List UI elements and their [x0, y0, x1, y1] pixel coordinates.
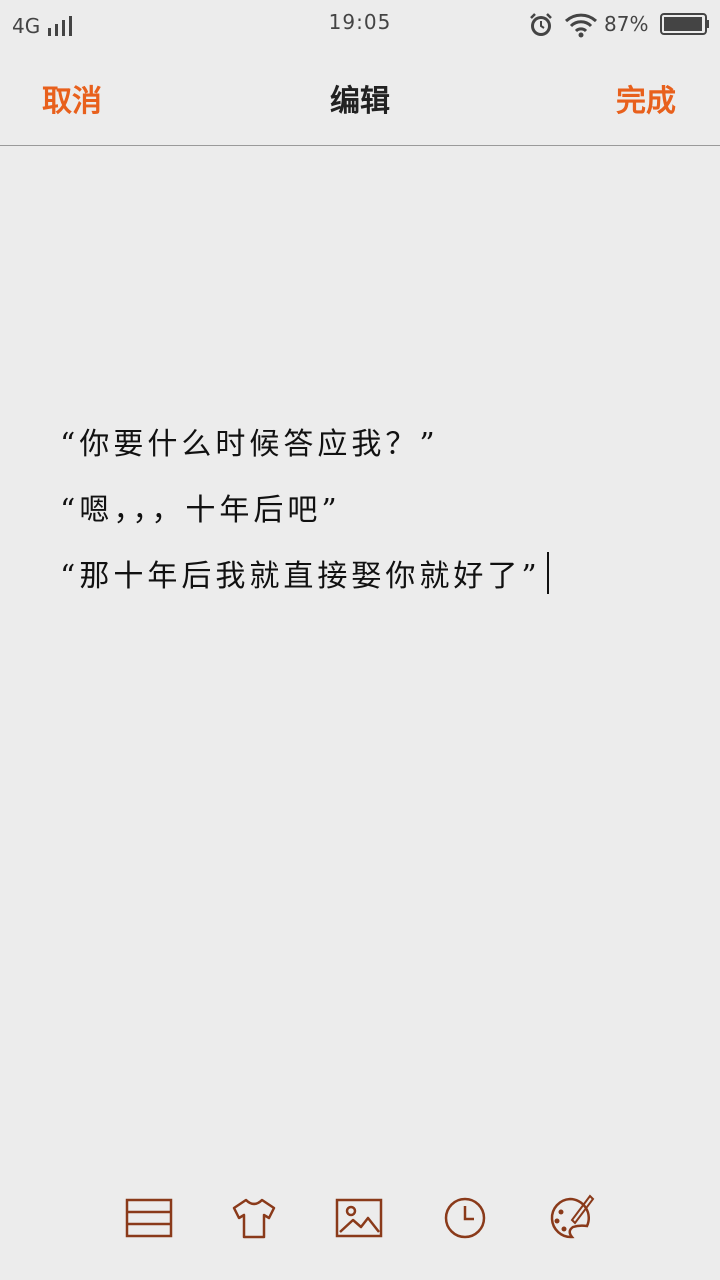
battery-percentage: 87% — [604, 12, 649, 36]
status-bar: 4G 19:05 87% — [0, 0, 720, 48]
cancel-button[interactable]: 取消 — [42, 76, 102, 120]
note-editor-screen: 4G 19:05 87% 取消 编辑 完成 “你要什么时候答应我？” “嗯，，，… — [0, 0, 720, 1280]
list-icon[interactable] — [121, 1190, 177, 1246]
note-text-area[interactable]: “你要什么时候答应我？” “嗯，，，十年后吧” “那十年后我就直接娶你就好了” — [60, 412, 680, 610]
note-line: “嗯，，，十年后吧” — [60, 493, 341, 528]
palette-icon[interactable] — [542, 1190, 598, 1246]
clock-icon[interactable] — [437, 1190, 493, 1246]
navigation-bar: 取消 编辑 完成 — [0, 48, 720, 146]
bottom-toolbar — [0, 1190, 720, 1250]
page-title: 编辑 — [330, 84, 390, 119]
image-icon[interactable] — [331, 1190, 387, 1246]
note-line-last: “那十年后我就直接娶你就好了” — [60, 544, 680, 610]
alarm-icon — [530, 13, 552, 36]
note-line: “你要什么时候答应我？” — [60, 427, 439, 462]
done-button[interactable]: 完成 — [616, 76, 676, 120]
text-cursor — [546, 552, 549, 594]
battery-icon — [660, 13, 709, 35]
wifi-icon — [564, 13, 598, 38]
tshirt-icon[interactable] — [226, 1190, 282, 1246]
note-line-text: “那十年后我就直接娶你就好了” — [60, 559, 541, 594]
